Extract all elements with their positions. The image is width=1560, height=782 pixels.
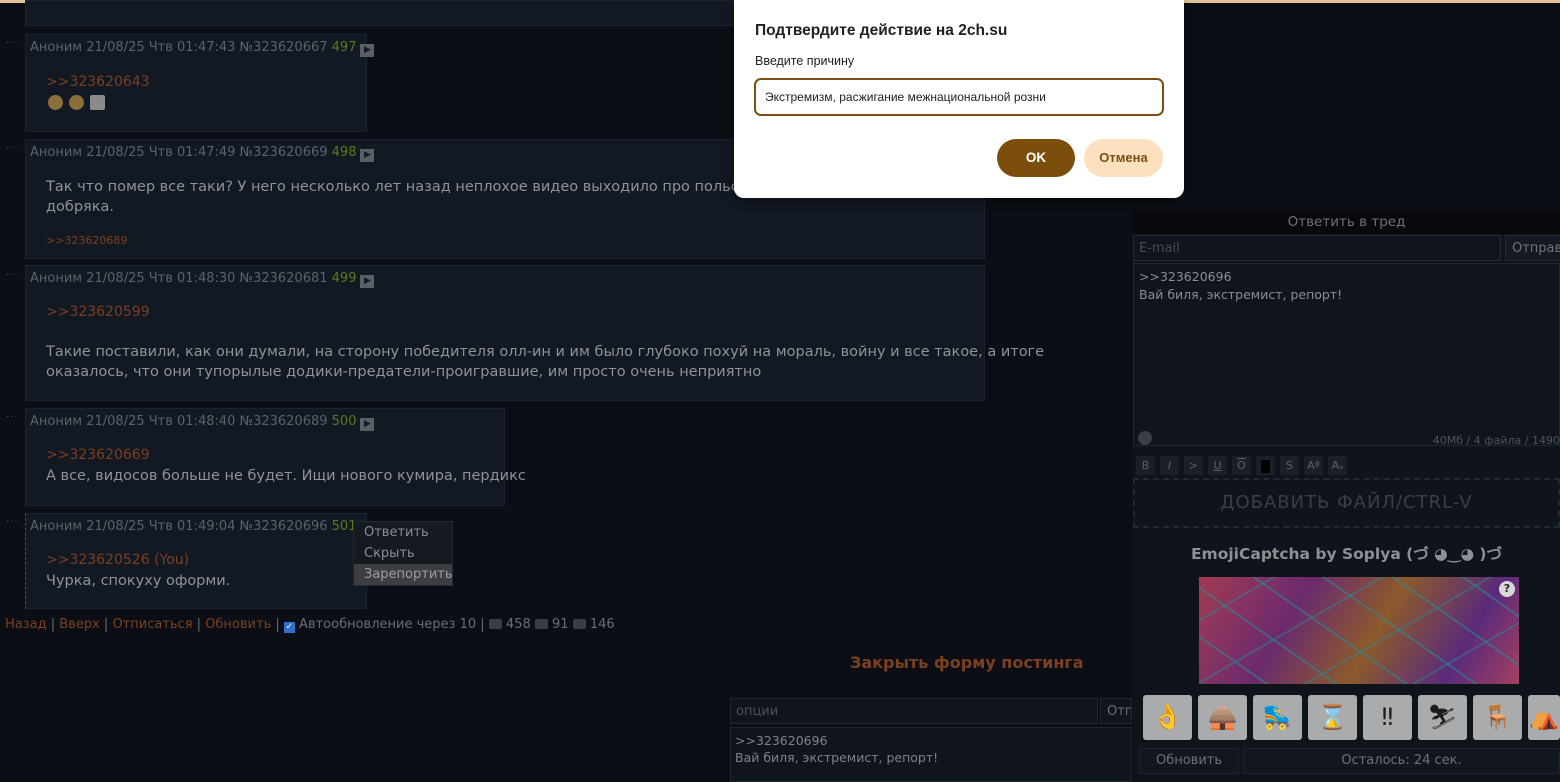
post-text: оказалось, что они тупорылые додики-пред… xyxy=(46,364,762,380)
post-header: Аноним 21/08/25 Чтв 01:47:43 №323620667 … xyxy=(30,40,375,57)
italic-button[interactable]: I xyxy=(1160,456,1179,475)
play-icon[interactable]: ▶ xyxy=(360,149,375,162)
captcha-controls: Обновить Осталось: 24 сек. xyxy=(1139,748,1560,774)
nav-up-link[interactable]: Вверх xyxy=(59,617,100,632)
post-menu-dots[interactable]: ··· xyxy=(6,517,19,528)
post-header: Аноним 21/08/25 Чтв 01:48:30 №323620681 … xyxy=(30,271,375,288)
dialog-label: Введите причину xyxy=(755,54,855,68)
reply-panel-title[interactable]: Ответить в тред xyxy=(1133,210,1560,234)
envelope-icon xyxy=(90,95,105,110)
emoji-face-icon xyxy=(48,95,63,110)
post-menu-dots[interactable]: ··· xyxy=(6,412,19,423)
captcha-emoji-button[interactable]: 🛼 xyxy=(1253,695,1302,740)
help-icon[interactable]: ? xyxy=(1499,581,1515,597)
images-count-icon xyxy=(534,619,548,629)
sticker-icon[interactable] xyxy=(1138,431,1152,445)
reply-link[interactable]: >>323620669 xyxy=(46,447,150,463)
captcha-title: EmojiCaptcha by Soplya (づ ◕‿◕ )づ xyxy=(1190,545,1503,563)
superscript-button[interactable]: Aª xyxy=(1304,456,1323,475)
strike-button[interactable]: S xyxy=(1280,456,1299,475)
upload-limits: 40Мб / 4 файла / 1490 xyxy=(1432,434,1560,447)
bold-button[interactable]: B xyxy=(1136,456,1155,475)
autorefresh-label: Автообновление через 10 xyxy=(299,617,477,632)
overline-button[interactable]: O xyxy=(1232,456,1251,475)
post-textarea[interactable]: >>323620696 Вай биля, экстремист, репорт… xyxy=(730,727,1132,782)
autorefresh-checkbox[interactable]: ✓ xyxy=(283,622,295,633)
posters-count: 146 xyxy=(589,617,615,632)
post-header: Аноним 21/08/25 Чтв 01:48:40 №323620689 … xyxy=(30,414,375,431)
play-icon[interactable]: ▶ xyxy=(360,44,375,57)
format-toolbar: B I > U O S Aª Aₐ xyxy=(1136,456,1352,475)
menu-item-hide[interactable]: Скрыть xyxy=(354,543,452,564)
dialog-title: Подтвердите действие на 2ch.su xyxy=(755,22,1008,39)
post-text: А все, видосов больше не будет. Ищи ново… xyxy=(46,468,526,484)
thread-footer-nav: Назад | Вверх | Отписаться | Обновить | … xyxy=(5,617,615,633)
post-header: Аноним 21/08/25 Чтв 01:47:49 №323620669 … xyxy=(30,145,375,162)
reply-link[interactable]: >>323620526 (You) xyxy=(46,552,189,568)
reply-panel: Ответить в тред E-mail Отправить >>32362… xyxy=(1133,210,1560,782)
post-text: добряка. xyxy=(46,199,115,215)
reply-link[interactable]: >>323620599 xyxy=(46,304,150,320)
menu-item-report[interactable]: Зарепортить xyxy=(354,564,453,585)
post-menu-dots[interactable]: ··· xyxy=(6,270,19,281)
underline-button[interactable]: U xyxy=(1208,456,1227,475)
spoiler-button[interactable] xyxy=(1256,456,1275,475)
post-menu-dots[interactable]: ··· xyxy=(6,143,19,154)
play-icon[interactable]: ▶ xyxy=(360,275,375,288)
captcha-emoji-button[interactable]: ⛺ xyxy=(1528,695,1560,740)
reply-backlink[interactable]: >>323620689 xyxy=(46,231,127,251)
nav-refresh-link[interactable]: Обновить xyxy=(205,617,271,632)
post-header: Аноним 21/08/25 Чтв 01:49:04 №323620696 … xyxy=(30,519,375,536)
send-button[interactable]: Отправить xyxy=(1505,235,1560,261)
captcha-emoji-button[interactable]: ⌛ xyxy=(1308,695,1357,740)
posts-count-icon xyxy=(488,619,502,629)
nav-unsubscribe-link[interactable]: Отписаться xyxy=(112,617,192,632)
post-context-menu: Ответить Скрыть Зарепортить xyxy=(353,521,453,586)
cancel-button[interactable]: Отмена xyxy=(1084,139,1163,177)
post-text: Так что помер все таки? У него несколько… xyxy=(46,179,806,195)
post-text: Такие поставили, как они думали, на стор… xyxy=(46,344,1045,360)
reply-textarea[interactable]: >>323620696 Вай биля, экстремист, репорт… xyxy=(1133,263,1560,446)
captcha-emoji-button[interactable]: ‼ xyxy=(1363,695,1412,740)
captcha-emoji-button[interactable]: 🛖 xyxy=(1198,695,1247,740)
send-button[interactable]: Отправить xyxy=(1100,698,1132,724)
add-file-dropzone[interactable]: ДОБАВИТЬ ФАЙЛ/CTRL-V xyxy=(1133,478,1560,528)
nav-back-link[interactable]: Назад xyxy=(5,617,47,632)
captcha-timer: Осталось: 24 сек. xyxy=(1243,748,1560,774)
subscript-button[interactable]: Aₐ xyxy=(1328,456,1347,475)
post-text: Чурка, спокуху оформи. xyxy=(46,573,231,589)
play-icon[interactable]: ▶ xyxy=(360,418,375,431)
emoji-face-icon xyxy=(69,95,84,110)
quote-button[interactable]: > xyxy=(1184,456,1203,475)
ok-button[interactable]: OK xyxy=(997,139,1075,177)
captcha-emoji-button[interactable]: ⛷ xyxy=(1418,695,1467,740)
captcha-refresh-button[interactable]: Обновить xyxy=(1139,748,1239,774)
images-count: 91 xyxy=(552,617,569,632)
reason-input[interactable]: Экстремизм, расжигание межнациональной р… xyxy=(754,78,1164,116)
close-posting-form-link[interactable]: Закрыть форму постинга xyxy=(850,653,1084,672)
posters-count-icon xyxy=(572,619,586,629)
captcha-emoji-button[interactable]: 🪑 xyxy=(1473,695,1522,740)
posts-count: 458 xyxy=(505,617,531,632)
post-menu-dots[interactable]: ··· xyxy=(6,38,19,49)
options-input[interactable]: опции xyxy=(730,698,1098,724)
captcha-image: ? xyxy=(1199,577,1519,684)
captcha-emoji-button[interactable]: 👌 xyxy=(1143,695,1192,740)
confirm-dialog: Подтвердите действие на 2ch.su Введите п… xyxy=(734,0,1184,198)
menu-item-reply[interactable]: Ответить xyxy=(354,522,452,543)
email-field[interactable]: E-mail xyxy=(1133,235,1501,261)
reply-link[interactable]: >>323620643 xyxy=(46,74,150,90)
